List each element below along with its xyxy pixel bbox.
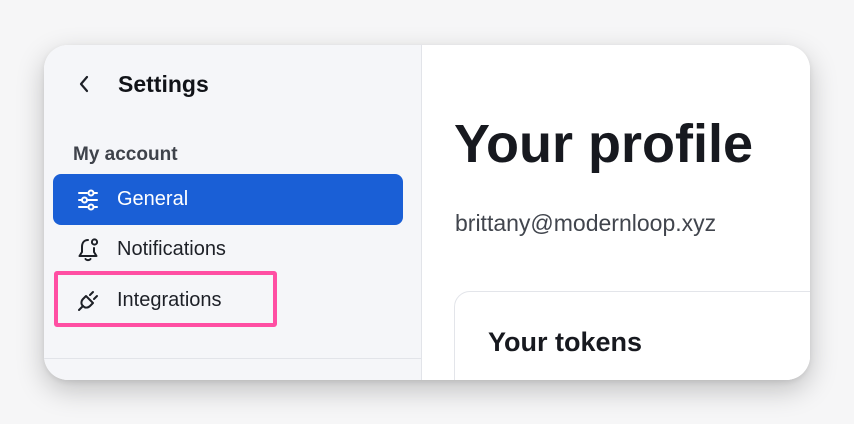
sidebar-item-label: Notifications [117, 238, 226, 260]
sidebar-divider [44, 358, 421, 359]
profile-panel: Your profile brittany@modernloop.xyz You… [422, 45, 810, 380]
sidebar-item-notifications[interactable]: Notifications [53, 224, 403, 275]
back-button[interactable] [74, 72, 94, 96]
settings-sidebar: Settings My account General Notification… [44, 45, 422, 380]
sidebar-title: Settings [118, 71, 209, 97]
section-label-my-account: My account [73, 144, 178, 165]
sidebar-item-label: General [117, 188, 189, 210]
chevron-left-icon [79, 75, 89, 93]
sidebar-item-integrations[interactable]: Integrations [53, 275, 403, 326]
plug-icon [75, 288, 101, 314]
sidebar-item-label: Integrations [117, 289, 222, 311]
profile-email: brittany@modernloop.xyz [455, 210, 717, 236]
bell-icon [75, 237, 101, 263]
tokens-card: Your tokens [454, 291, 810, 380]
sidebar-item-general[interactable]: General [53, 174, 403, 225]
page-title: Your profile [454, 114, 754, 174]
tokens-card-title: Your tokens [488, 327, 643, 357]
sliders-icon [75, 187, 101, 213]
settings-window: Settings My account General Notification… [44, 45, 810, 380]
